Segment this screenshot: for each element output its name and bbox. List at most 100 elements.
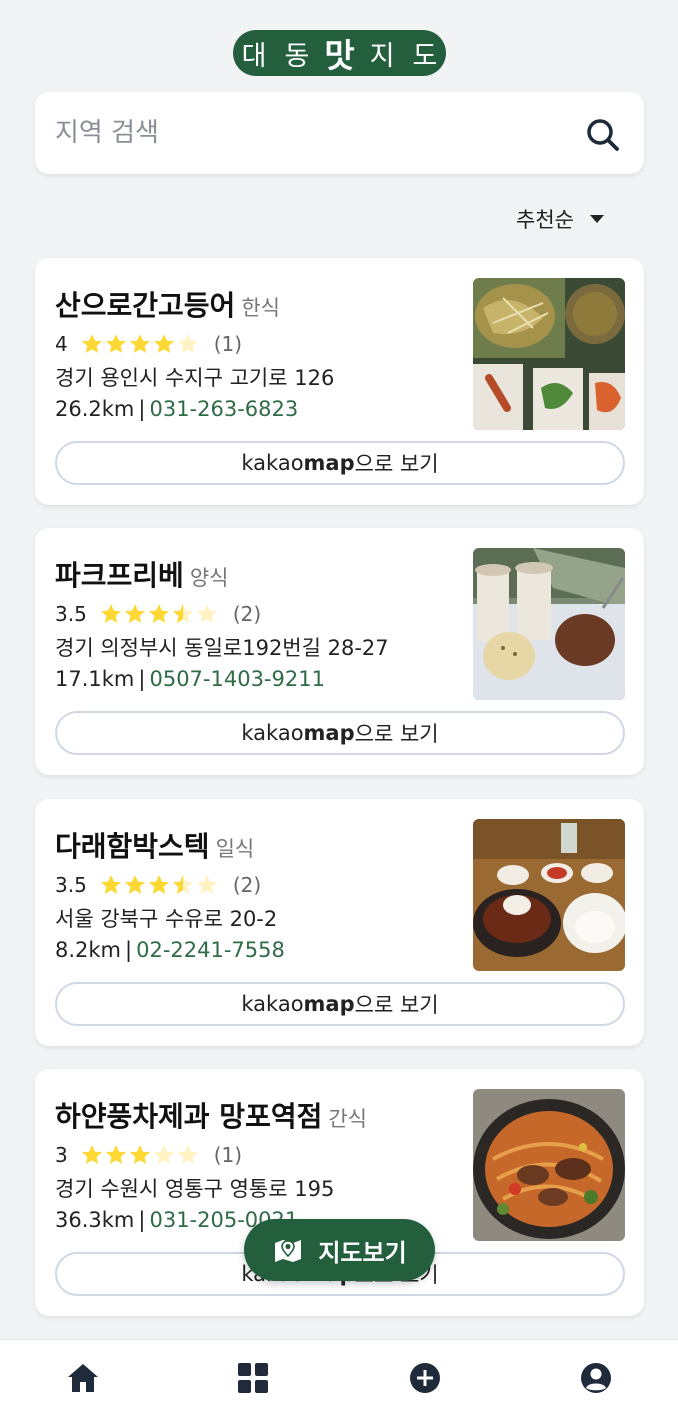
distance: 8.2km bbox=[55, 938, 122, 962]
rating-row: 4 (1) bbox=[55, 329, 242, 359]
star-icon bbox=[105, 334, 126, 353]
map-label-suffix: 으로 보기 bbox=[354, 993, 439, 1017]
nav-home[interactable] bbox=[65, 1360, 101, 1396]
star-icon bbox=[172, 875, 193, 894]
restaurant-address: 경기 수원시 영통구 영통로 195 bbox=[55, 1177, 335, 1201]
restaurant-address: 서울 강북구 수유로 20-2 bbox=[55, 907, 278, 931]
star-icon bbox=[153, 334, 174, 353]
restaurant-address: 경기 의정부시 동일로192번길 28-27 bbox=[55, 636, 389, 660]
distance: 36.3km bbox=[55, 1208, 135, 1232]
star-icon bbox=[196, 604, 217, 623]
logo-char: 동 bbox=[284, 40, 310, 72]
kakaomap-button[interactable]: kakaomap으로 보기 bbox=[55, 711, 625, 755]
distance: 26.2km bbox=[55, 397, 135, 421]
card-title-row: 산으로간고등어 한식 bbox=[55, 284, 280, 324]
restaurant-category: 한식 bbox=[241, 296, 280, 320]
star-icon bbox=[100, 604, 121, 623]
search-input[interactable] bbox=[55, 112, 555, 154]
map-label-prefix: kakao bbox=[241, 451, 304, 475]
kakaomap-button[interactable]: kakaomap으로 보기 bbox=[55, 441, 625, 485]
star-icon bbox=[148, 875, 169, 894]
bottom-nav bbox=[0, 1339, 678, 1404]
rating-row: 3.5 (2) bbox=[55, 599, 261, 629]
rating-row: 3.5 (2) bbox=[55, 870, 261, 900]
rating-value: 3.5 bbox=[55, 602, 87, 626]
map-label-suffix: 으로 보기 bbox=[354, 722, 439, 746]
star-icon bbox=[148, 604, 169, 623]
distance: 17.1km bbox=[55, 667, 135, 691]
map-label-suffix: 으로 보기 bbox=[354, 452, 439, 476]
grid-icon bbox=[238, 1363, 268, 1393]
food-photo[interactable] bbox=[473, 1089, 625, 1241]
star-icon bbox=[81, 1145, 102, 1164]
star-rating bbox=[99, 602, 219, 626]
restaurant-name: 다래함박스텍 bbox=[55, 830, 210, 863]
add-circle-icon bbox=[410, 1363, 440, 1393]
rating-value: 4 bbox=[55, 332, 68, 356]
food-photo[interactable] bbox=[473, 278, 625, 430]
map-label-prefix: kakao bbox=[241, 721, 304, 745]
map-label-brand: map bbox=[303, 721, 355, 745]
restaurant-name: 파크프리베 bbox=[55, 559, 184, 592]
phone-link[interactable]: 031-263-6823 bbox=[149, 397, 298, 421]
star-icon bbox=[153, 1145, 174, 1164]
star-icon bbox=[129, 1145, 150, 1164]
map-label-prefix: kakao bbox=[241, 992, 304, 1016]
star-icon bbox=[177, 334, 198, 353]
star-rating bbox=[99, 873, 219, 897]
restaurant-category: 일식 bbox=[215, 837, 255, 861]
rating-value: 3 bbox=[55, 1143, 68, 1167]
phone-link[interactable]: 02-2241-7558 bbox=[136, 938, 285, 962]
caret-down-icon bbox=[589, 215, 604, 223]
distance-phone-row: 26.2km | 031-263-6823 bbox=[55, 397, 299, 421]
logo-char: 맛 bbox=[324, 36, 355, 75]
star-rating bbox=[80, 332, 200, 356]
food-photo[interactable] bbox=[473, 548, 625, 700]
star-icon bbox=[129, 334, 150, 353]
logo-char: 도 bbox=[412, 40, 438, 72]
star-icon bbox=[81, 334, 102, 353]
star-rating bbox=[80, 1143, 200, 1167]
nav-add[interactable] bbox=[407, 1360, 443, 1396]
review-count: (1) bbox=[213, 1143, 243, 1167]
search-icon[interactable] bbox=[586, 118, 620, 152]
sort-label: 추천순 bbox=[516, 208, 574, 232]
distance-phone-row: 8.2km | 02-2241-7558 bbox=[55, 938, 285, 962]
restaurant-name: 하얀풍차제과 망포역점 bbox=[55, 1100, 323, 1133]
logo-char: 대 bbox=[241, 40, 267, 72]
star-icon bbox=[105, 1145, 126, 1164]
view-map-button[interactable]: 지도보기 bbox=[244, 1219, 435, 1281]
profile-icon bbox=[581, 1363, 611, 1393]
app-root: 대 동 맛 지 도 추천순 산으로간고등어 한식 4 (1) 경기 용인시 수지… bbox=[0, 0, 678, 1404]
star-icon bbox=[172, 604, 193, 623]
star-icon bbox=[196, 875, 217, 894]
restaurant-name: 산으로간고등어 bbox=[55, 289, 236, 322]
rating-value: 3.5 bbox=[55, 873, 87, 897]
restaurant-card[interactable]: 다래함박스텍 일식 3.5 (2) 서울 강북구 수유로 20-2 8.2km |… bbox=[35, 799, 644, 1046]
restaurant-address: 경기 용인시 수지구 고기로 126 bbox=[55, 366, 335, 390]
star-icon bbox=[124, 875, 145, 894]
view-map-label: 지도보기 bbox=[318, 1238, 407, 1267]
map-label-brand: map bbox=[303, 992, 355, 1016]
restaurant-category: 간식 bbox=[328, 1107, 367, 1131]
review-count: (2) bbox=[232, 602, 262, 626]
review-count: (2) bbox=[232, 873, 262, 897]
kakaomap-button[interactable]: kakaomap으로 보기 bbox=[55, 982, 625, 1026]
nav-profile[interactable] bbox=[578, 1360, 614, 1396]
restaurant-card[interactable]: 산으로간고등어 한식 4 (1) 경기 용인시 수지구 고기로 126 26.2… bbox=[35, 258, 644, 505]
star-icon bbox=[100, 875, 121, 894]
logo-char: 지 bbox=[369, 40, 395, 72]
home-icon bbox=[68, 1364, 98, 1392]
distance-phone-row: 17.1km | 0507-1403-9211 bbox=[55, 667, 325, 691]
card-title-row: 하얀풍차제과 망포역점 간식 bbox=[55, 1095, 367, 1135]
card-title-row: 파크프리베 양식 bbox=[55, 554, 228, 594]
review-count: (1) bbox=[213, 332, 243, 356]
food-photo[interactable] bbox=[473, 819, 625, 971]
nav-categories[interactable] bbox=[235, 1360, 271, 1396]
map-label-brand: map bbox=[303, 451, 355, 475]
sort-dropdown[interactable]: 추천순 bbox=[516, 204, 604, 234]
restaurant-card[interactable]: 파크프리베 양식 3.5 (2) 경기 의정부시 동일로192번길 28-27 … bbox=[35, 528, 644, 775]
search-bar bbox=[35, 92, 644, 174]
phone-link[interactable]: 0507-1403-9211 bbox=[149, 667, 325, 691]
app-logo[interactable]: 대 동 맛 지 도 bbox=[233, 30, 446, 76]
